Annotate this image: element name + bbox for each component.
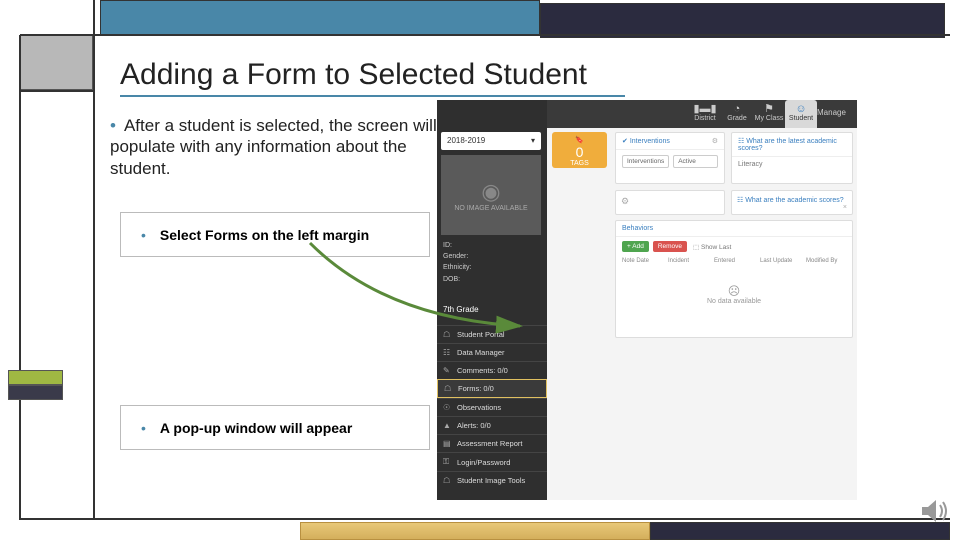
panel-interventions: ✔ Interventions⚙ Interventions Active <box>615 132 725 184</box>
panel-behaviors: Behaviors + Add Remove ⬚ Show Last Note … <box>615 220 853 338</box>
nav-grade[interactable]: ◔Grade <box>721 100 753 128</box>
tags-count: 0 <box>552 144 607 160</box>
interventions-dropdown[interactable]: Interventions <box>622 155 669 168</box>
chevron-down-icon: ▾ <box>531 132 535 150</box>
panel-header: ☷ What are the latest academic scores? <box>732 133 852 157</box>
frame-side-dark <box>8 385 63 400</box>
frame-line <box>20 34 950 36</box>
frame-line <box>93 0 95 520</box>
tags-card[interactable]: 🔖 0 TAGS <box>552 132 607 168</box>
menu-alerts[interactable]: ▲Alerts: 0/0 <box>437 416 547 434</box>
col-header: Entered <box>714 258 754 264</box>
menu-student-image-tools[interactable]: ☖Student Image Tools <box>437 471 547 489</box>
col-header: Note Date <box>622 258 662 264</box>
col-header: Incident <box>668 258 708 264</box>
lock-icon: ⚿ <box>443 457 453 467</box>
form-icon: ☖ <box>444 384 454 393</box>
info-id: ID: <box>443 240 471 251</box>
bullet-2-text: Select Forms on the left margin <box>160 227 369 243</box>
no-image-label: NO IMAGE AVAILABLE <box>454 205 527 212</box>
grade-label: 7th Grade <box>443 305 479 314</box>
close-icon[interactable]: × <box>843 204 847 211</box>
bullet-3-text: A pop-up window will appear <box>160 420 352 436</box>
frame-line <box>19 35 21 520</box>
show-last-label: ⬚ Show Last <box>693 243 731 251</box>
report-icon: ▤ <box>443 439 453 448</box>
frame-side-green <box>8 370 63 385</box>
nav-student[interactable]: ☺Student <box>785 100 817 128</box>
bullet-dot-icon: • <box>141 227 146 243</box>
person-icon: ☺ <box>785 103 817 115</box>
nav-district[interactable]: ▮▬▮District <box>689 100 721 128</box>
panel-header: ✔ Interventions⚙ <box>616 133 724 150</box>
comment-icon: ✎ <box>443 366 453 375</box>
behaviors-columns: Note Date Incident Entered Last Update M… <box>616 256 852 266</box>
col-header: Modified By <box>806 258 846 264</box>
frame-line <box>20 90 95 92</box>
frame-side-gray <box>20 35 93 90</box>
sidebar-menu: ☖Student Portal ☷Data Manager ✎Comments:… <box>437 325 547 489</box>
speaker-icon <box>920 497 950 532</box>
app-sidebar: 2018-2019▾ ◉ NO IMAGE AVAILABLE ID: Gend… <box>437 100 547 500</box>
add-button[interactable]: + Add <box>622 241 649 252</box>
panel-header: Behaviors <box>616 221 852 237</box>
col-header: Last Update <box>760 258 800 264</box>
gauge-icon: ◔ <box>721 103 753 115</box>
bullet-1: •After a student is selected, the screen… <box>110 115 455 179</box>
frame-top-dark <box>540 3 945 38</box>
empty-state: ☹ No data available <box>616 266 852 305</box>
student-photo-placeholder: ◉ NO IMAGE AVAILABLE <box>441 155 541 235</box>
menu-comments[interactable]: ✎Comments: 0/0 <box>437 361 547 379</box>
person-icon: ☖ <box>443 330 453 339</box>
menu-observations[interactable]: ☉Observations <box>437 398 547 416</box>
student-info: ID: Gender: Ethnicity: DOB: <box>443 240 471 285</box>
app-content: 🔖 0 TAGS ✔ Interventions⚙ Interventions … <box>547 128 857 500</box>
info-gender: Gender: <box>443 251 471 262</box>
frame-top-blue <box>100 0 540 35</box>
menu-assessment-report[interactable]: ▤Assessment Report <box>437 434 547 452</box>
frame-bottom-gold <box>300 522 650 540</box>
remove-button[interactable]: Remove <box>653 241 687 252</box>
tags-label: TAGS <box>570 160 589 167</box>
panel-filter: ⚙ <box>615 190 725 215</box>
bullet-dot-icon: • <box>141 420 146 436</box>
panel-academic-header: ☷ What are the academic scores?× <box>731 190 853 215</box>
nav-myclass[interactable]: ⚑My Class <box>753 100 785 128</box>
menu-forms[interactable]: ☖Forms: 0/0 <box>437 379 547 398</box>
barchart-icon: ▮▬▮ <box>689 103 721 115</box>
nav-manage[interactable]: Manage <box>817 100 857 128</box>
bullet-dot-icon: • <box>110 116 116 135</box>
app-screenshot: ▮▬▮District ◔Grade ⚑My Class ☺Student Ma… <box>437 100 857 500</box>
people-icon: ⚑ <box>753 103 785 115</box>
bullet-1-text: After a student is selected, the screen … <box>110 116 437 178</box>
year-selector[interactable]: 2018-2019▾ <box>441 132 541 150</box>
title-underline <box>120 95 625 97</box>
bullet-3-box: • A pop-up window will appear <box>120 405 430 450</box>
eye-icon: ☉ <box>443 403 453 412</box>
person-icon: ☹ <box>616 284 852 298</box>
scores-row: Literacy <box>732 157 852 172</box>
menu-login-password[interactable]: ⚿Login/Password <box>437 452 547 471</box>
info-dob: DOB: <box>443 274 471 285</box>
image-icon: ☖ <box>443 476 453 485</box>
menu-data-manager[interactable]: ☷Data Manager <box>437 343 547 361</box>
slide-title: Adding a Form to Selected Student <box>120 58 587 92</box>
info-ethnic: Ethnicity: <box>443 262 471 273</box>
panel-academic-scores: ☷ What are the latest academic scores? L… <box>731 132 853 184</box>
bullet-2-box: • Select Forms on the left margin <box>120 212 430 257</box>
tag-icon: 🔖 <box>575 137 584 144</box>
menu-student-portal[interactable]: ☖Student Portal <box>437 325 547 343</box>
stack-icon: ☷ <box>443 348 453 357</box>
alert-icon: ▲ <box>443 421 453 430</box>
gear-icon[interactable]: ⚙ <box>621 196 629 206</box>
gear-icon[interactable]: ⚙ <box>712 137 718 145</box>
frame-bottom-dark <box>650 522 950 540</box>
active-dropdown[interactable]: Active <box>673 155 718 168</box>
frame-line <box>20 518 950 520</box>
camera-icon: ◉ <box>481 179 500 205</box>
